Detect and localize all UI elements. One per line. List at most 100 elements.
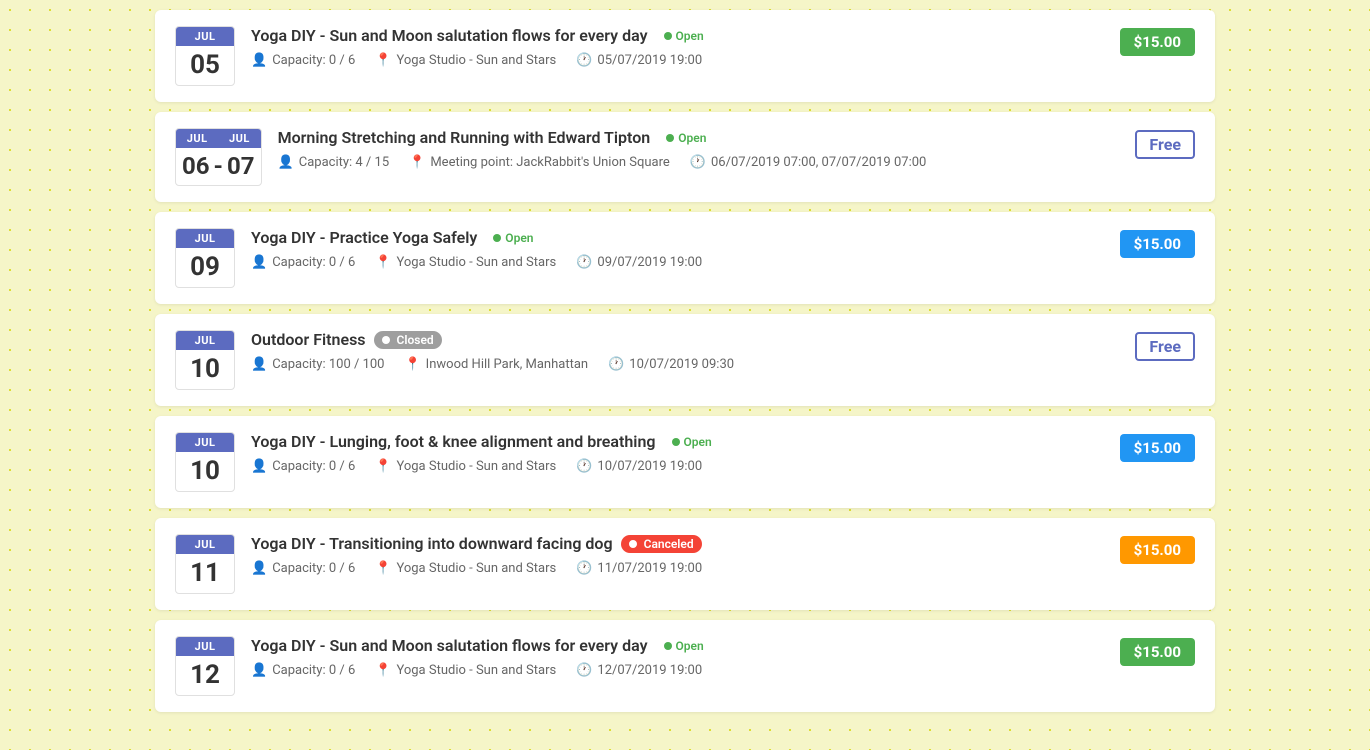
event-title-row: Yoga DIY - Practice Yoga Safely Open xyxy=(251,228,1104,247)
date-badge: JUL 09 xyxy=(175,228,235,288)
event-content: Outdoor Fitness Closed 👤 Capacity: 100 /… xyxy=(251,330,1119,372)
clock-icon: 🕐 xyxy=(608,357,624,372)
date-badge: JUL JUL 06 - 07 xyxy=(175,128,262,186)
date-day-2: 07 xyxy=(227,152,255,180)
event-card[interactable]: JUL 05 Yoga DIY - Sun and Moon salutatio… xyxy=(155,10,1215,102)
status-badge: Open xyxy=(656,27,712,45)
clock-icon: 🕐 xyxy=(576,53,592,68)
event-title: Yoga DIY - Lunging, foot & knee alignmen… xyxy=(251,432,656,451)
event-content: Yoga DIY - Practice Yoga Safely Open 👤 C… xyxy=(251,228,1104,270)
price-badge: Free xyxy=(1135,130,1195,159)
capacity-text: Capacity: 0 / 6 xyxy=(272,255,355,270)
datetime-text: 12/07/2019 19:00 xyxy=(597,663,702,678)
date-month-2: JUL xyxy=(218,129,260,148)
datetime-text: 05/07/2019 19:00 xyxy=(597,53,702,68)
status-badge: Open xyxy=(664,433,720,451)
date-badge: JUL 10 xyxy=(175,432,235,492)
event-meta: 👤 Capacity: 0 / 6 📍 Yoga Studio - Sun an… xyxy=(251,53,1104,68)
event-title-row: Yoga DIY - Transitioning into downward f… xyxy=(251,534,1104,553)
event-title-row: Outdoor Fitness Closed xyxy=(251,330,1119,349)
location-meta: 📍 Yoga Studio - Sun and Stars xyxy=(375,53,556,68)
event-content: Yoga DIY - Sun and Moon salutation flows… xyxy=(251,26,1104,68)
person-icon: 👤 xyxy=(251,357,267,372)
event-card[interactable]: JUL 12 Yoga DIY - Sun and Moon salutatio… xyxy=(155,620,1215,712)
event-price: Free xyxy=(1135,128,1195,159)
date-day: 11 xyxy=(176,554,234,593)
event-price: $15.00 xyxy=(1120,26,1195,56)
capacity-text: Capacity: 0 / 6 xyxy=(272,663,355,678)
person-icon: 👤 xyxy=(251,255,267,270)
capacity-meta: 👤 Capacity: 100 / 100 xyxy=(251,357,384,372)
datetime-text: 09/07/2019 19:00 xyxy=(597,255,702,270)
capacity-meta: 👤 Capacity: 0 / 6 xyxy=(251,53,355,68)
date-day: 10 xyxy=(176,350,234,389)
person-icon: 👤 xyxy=(251,561,267,576)
location-icon: 📍 xyxy=(375,53,391,68)
person-icon: 👤 xyxy=(251,459,267,474)
location-icon: 📍 xyxy=(375,663,391,678)
event-meta: 👤 Capacity: 0 / 6 📍 Yoga Studio - Sun an… xyxy=(251,255,1104,270)
event-title: Yoga DIY - Transitioning into downward f… xyxy=(251,534,613,553)
location-text: Yoga Studio - Sun and Stars xyxy=(396,459,556,474)
event-card[interactable]: JUL 10 Outdoor Fitness Closed 👤 Capacity… xyxy=(155,314,1215,406)
location-text: Yoga Studio - Sun and Stars xyxy=(396,561,556,576)
event-meta: 👤 Capacity: 0 / 6 📍 Yoga Studio - Sun an… xyxy=(251,561,1104,576)
event-card[interactable]: JUL 11 Yoga DIY - Transitioning into dow… xyxy=(155,518,1215,610)
location-meta: 📍 Yoga Studio - Sun and Stars xyxy=(375,663,556,678)
location-meta: 📍 Yoga Studio - Sun and Stars xyxy=(375,561,556,576)
location-icon: 📍 xyxy=(409,155,425,170)
location-text: Yoga Studio - Sun and Stars xyxy=(396,663,556,678)
event-title-row: Yoga DIY - Sun and Moon salutation flows… xyxy=(251,636,1104,655)
date-day: 09 xyxy=(176,248,234,287)
location-text: Meeting point: JackRabbit's Union Square xyxy=(430,155,669,170)
price-badge: Free xyxy=(1135,332,1195,361)
location-meta: 📍 Meeting point: JackRabbit's Union Squa… xyxy=(409,155,670,170)
date-month: JUL xyxy=(176,27,234,46)
location-icon: 📍 xyxy=(375,561,391,576)
location-meta: 📍 Yoga Studio - Sun and Stars xyxy=(375,255,556,270)
date-badge: JUL 11 xyxy=(175,534,235,594)
event-price: $15.00 xyxy=(1120,534,1195,564)
status-badge: Canceled xyxy=(621,535,702,553)
capacity-text: Capacity: 100 / 100 xyxy=(272,357,384,372)
event-meta: 👤 Capacity: 0 / 6 📍 Yoga Studio - Sun an… xyxy=(251,459,1104,474)
event-content: Yoga DIY - Transitioning into downward f… xyxy=(251,534,1104,576)
event-price: $15.00 xyxy=(1120,432,1195,462)
price-badge: $15.00 xyxy=(1120,638,1195,666)
event-meta: 👤 Capacity: 100 / 100 📍 Inwood Hill Park… xyxy=(251,357,1119,372)
event-title: Yoga DIY - Sun and Moon salutation flows… xyxy=(251,26,648,45)
datetime-meta: 🕐 12/07/2019 19:00 xyxy=(576,663,702,678)
person-icon: 👤 xyxy=(278,155,294,170)
price-badge: $15.00 xyxy=(1120,536,1195,564)
status-badge: Open xyxy=(658,129,714,147)
event-card[interactable]: JUL 10 Yoga DIY - Lunging, foot & knee a… xyxy=(155,416,1215,508)
date-month: JUL xyxy=(176,433,234,452)
capacity-meta: 👤 Capacity: 0 / 6 xyxy=(251,561,355,576)
date-badge: JUL 10 xyxy=(175,330,235,390)
location-text: Yoga Studio - Sun and Stars xyxy=(396,255,556,270)
datetime-meta: 🕐 06/07/2019 07:00, 07/07/2019 07:00 xyxy=(690,155,927,170)
location-text: Yoga Studio - Sun and Stars xyxy=(396,53,556,68)
event-price: $15.00 xyxy=(1120,228,1195,258)
event-card[interactable]: JUL 09 Yoga DIY - Practice Yoga Safely O… xyxy=(155,212,1215,304)
clock-icon: 🕐 xyxy=(690,155,706,170)
person-icon: 👤 xyxy=(251,53,267,68)
datetime-text: 10/07/2019 19:00 xyxy=(597,459,702,474)
event-title: Morning Stretching and Running with Edwa… xyxy=(278,128,651,147)
date-badge: JUL 12 xyxy=(175,636,235,696)
date-day: 10 xyxy=(176,452,234,491)
status-badge: Closed xyxy=(374,331,442,349)
datetime-meta: 🕐 10/07/2019 19:00 xyxy=(576,459,702,474)
capacity-meta: 👤 Capacity: 0 / 6 xyxy=(251,255,355,270)
events-list: JUL 05 Yoga DIY - Sun and Moon salutatio… xyxy=(135,0,1235,732)
price-badge: $15.00 xyxy=(1120,434,1195,462)
event-card[interactable]: JUL JUL 06 - 07 Morning Stretching and R… xyxy=(155,112,1215,202)
event-price: $15.00 xyxy=(1120,636,1195,666)
clock-icon: 🕐 xyxy=(576,459,592,474)
datetime-text: 10/07/2019 09:30 xyxy=(629,357,734,372)
event-price: Free xyxy=(1135,330,1195,361)
location-icon: 📍 xyxy=(375,255,391,270)
location-icon: 📍 xyxy=(375,459,391,474)
event-content: Morning Stretching and Running with Edwa… xyxy=(278,128,1120,170)
date-month: JUL xyxy=(176,331,234,350)
